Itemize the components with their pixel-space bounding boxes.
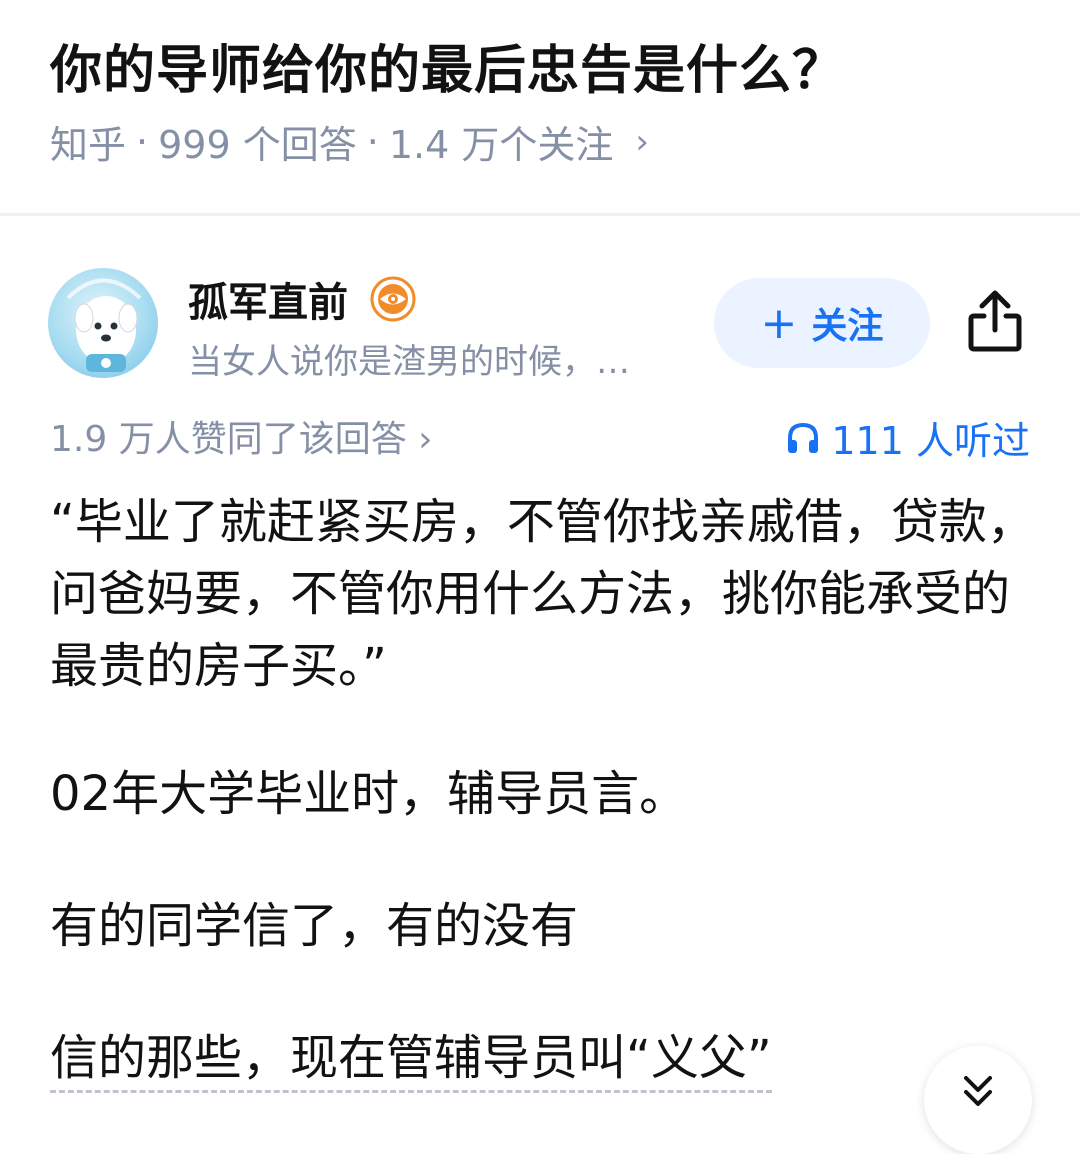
listen-count[interactable]: 111 人听过 (785, 410, 1030, 465)
share-icon[interactable] (966, 288, 1024, 354)
author-name[interactable]: 孤军直前 (188, 270, 416, 328)
meta-separator: · (136, 119, 149, 164)
question-meta[interactable]: 知乎 · 999 个回答 · 1.4 万个关注 › (50, 114, 649, 169)
question-header: 你的导师给你的最后忠告是什么？ 知乎 · 999 个回答 · 1.4 万个关注 … (0, 0, 1080, 216)
author-row: 孤军直前 当女人说你是渣男的时候，… + 关注 (0, 262, 1080, 382)
follow-label: 关注 (811, 306, 884, 347)
question-title[interactable]: 你的导师给你的最后忠告是什么？ (50, 28, 845, 103)
chevron-right-icon: › (635, 121, 649, 162)
answer-paragraph: 02年大学毕业时，辅导员言。 (50, 766, 688, 822)
answer-paragraph: “毕业了就赶紧买房，不管你找亲戚借，贷款，问爸妈要，不管你用什么方法，挑你能承受… (50, 494, 1035, 694)
headphones-icon (788, 422, 819, 453)
listen-count-text: 111 人听过 (831, 419, 1030, 463)
answer-paragraph: 信的那些，现在管辅导员叫“义父” (50, 1022, 1040, 1094)
answer-paragraph-text: 信的那些，现在管辅导员叫“义父” (50, 1030, 772, 1093)
answer-count: 999 个回答 (158, 123, 357, 167)
answer-paragraph: 有的同学信了，有的没有 (50, 898, 579, 954)
source-label: 知乎 (50, 123, 127, 167)
meta-separator: · (366, 119, 379, 164)
astronaut-dog-avatar (66, 278, 142, 372)
double-chevron-down-icon (964, 1076, 992, 1106)
stats-row: 1.9 万人赞同了该回答 › 111 人听过 (0, 410, 1080, 463)
expand-button[interactable] (924, 1046, 1032, 1154)
follow-button[interactable]: + 关注 (714, 278, 930, 368)
plus-icon: + (760, 297, 798, 349)
author-bio[interactable]: 当女人说你是渣男的时候，… (188, 334, 698, 383)
upvote-summary[interactable]: 1.9 万人赞同了该回答 › (50, 410, 433, 462)
avatar[interactable] (48, 268, 158, 378)
eye-badge-icon (370, 276, 416, 322)
follower-count: 1.4 万个关注 (388, 123, 614, 167)
author-name-text: 孤军直前 (188, 280, 348, 326)
answer-body: “毕业了就赶紧买房，不管你找亲戚借，贷款，问爸妈要，不管你用什么方法，挑你能承受… (50, 486, 1040, 1094)
